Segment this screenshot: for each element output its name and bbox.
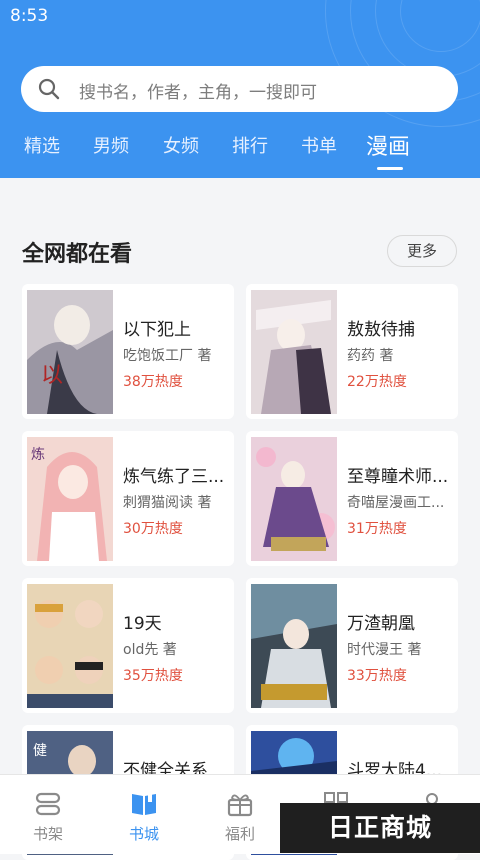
svg-text:以: 以 — [41, 362, 63, 387]
tab-booklist[interactable]: 书单 — [301, 132, 337, 158]
tab-featured[interactable]: 精选 — [24, 132, 60, 158]
book-card[interactable]: 至尊瞳术师... 奇喵屋漫画工... 31万热度 — [246, 431, 458, 566]
book-title: 炼气练了三... — [123, 467, 225, 487]
book-title: 万渣朝凰 — [347, 614, 415, 634]
tab-male[interactable]: 男频 — [93, 132, 129, 158]
book-cover: 以 — [27, 290, 113, 414]
book-store-icon — [132, 793, 156, 815]
book-author: 奇喵屋漫画工... — [347, 495, 445, 511]
book-cover — [27, 584, 113, 708]
gift-icon — [227, 794, 253, 817]
book-heat: 38万热度 — [123, 374, 183, 390]
book-title: 至尊瞳术师... — [347, 467, 449, 487]
tab-ranking[interactable]: 排行 — [232, 132, 268, 158]
nav-bookstore[interactable]: 书城 — [104, 775, 184, 854]
book-author: 刺猬猫阅读 著 — [123, 495, 212, 511]
book-cover — [251, 584, 337, 708]
book-title: 以下犯上 — [123, 320, 191, 340]
category-tabs: 精选 男频 女频 排行 书单 漫画 — [0, 132, 480, 172]
tab-female[interactable]: 女频 — [163, 132, 199, 158]
section-title: 全网都在看 — [22, 242, 133, 267]
book-cover: 炼 — [27, 437, 113, 561]
book-author: 时代漫王 著 — [347, 642, 422, 658]
active-tab-indicator — [377, 167, 403, 170]
nav-welfare[interactable]: 福利 — [200, 775, 280, 854]
nav-label: 书架 — [32, 825, 63, 843]
book-heat: 33万热度 — [347, 668, 407, 684]
watermark: 日正商城 — [280, 803, 480, 853]
book-author: 药药 著 — [347, 348, 394, 364]
more-button[interactable]: 更多 — [387, 235, 457, 267]
book-author: 吃饱饭工厂 著 — [123, 348, 212, 364]
search-icon — [38, 78, 60, 100]
book-author: old先 著 — [123, 642, 177, 658]
book-title: 19天 — [123, 614, 162, 634]
svg-text:健: 健 — [33, 743, 47, 759]
bookshelf-icon — [35, 792, 61, 816]
book-heat: 31万热度 — [347, 521, 407, 537]
book-heat: 22万热度 — [347, 374, 407, 390]
book-title: 敖敖待捕 — [347, 320, 415, 340]
book-heat: 30万热度 — [123, 521, 183, 537]
book-cover — [251, 290, 337, 414]
search-placeholder: 搜书名，作者，主角，一搜即可 — [79, 83, 317, 103]
book-card[interactable]: 敖敖待捕 药药 著 22万热度 — [246, 284, 458, 419]
book-card[interactable]: 以 以下犯上 吃饱饭工厂 著 38万热度 — [22, 284, 234, 419]
svg-text:炼: 炼 — [31, 447, 45, 463]
book-card[interactable]: 炼 炼气练了三... 刺猬猫阅读 著 30万热度 — [22, 431, 234, 566]
search-bar[interactable]: 搜书名，作者，主角，一搜即可 — [21, 66, 458, 112]
book-heat: 35万热度 — [123, 668, 183, 684]
tab-comics[interactable]: 漫画 — [366, 129, 410, 161]
book-card[interactable]: 19天 old先 著 35万热度 — [22, 578, 234, 713]
header: 8:53 搜书名，作者，主角，一搜即可 精选 男频 女频 排行 书单 漫画 — [0, 0, 480, 178]
book-card[interactable]: 万渣朝凰 时代漫王 著 33万热度 — [246, 578, 458, 713]
book-cover — [251, 437, 337, 561]
nav-label: 福利 — [224, 825, 255, 843]
status-time: 8:53 — [10, 6, 49, 26]
nav-label: 书城 — [128, 825, 159, 843]
nav-bookshelf[interactable]: 书架 — [8, 775, 88, 854]
